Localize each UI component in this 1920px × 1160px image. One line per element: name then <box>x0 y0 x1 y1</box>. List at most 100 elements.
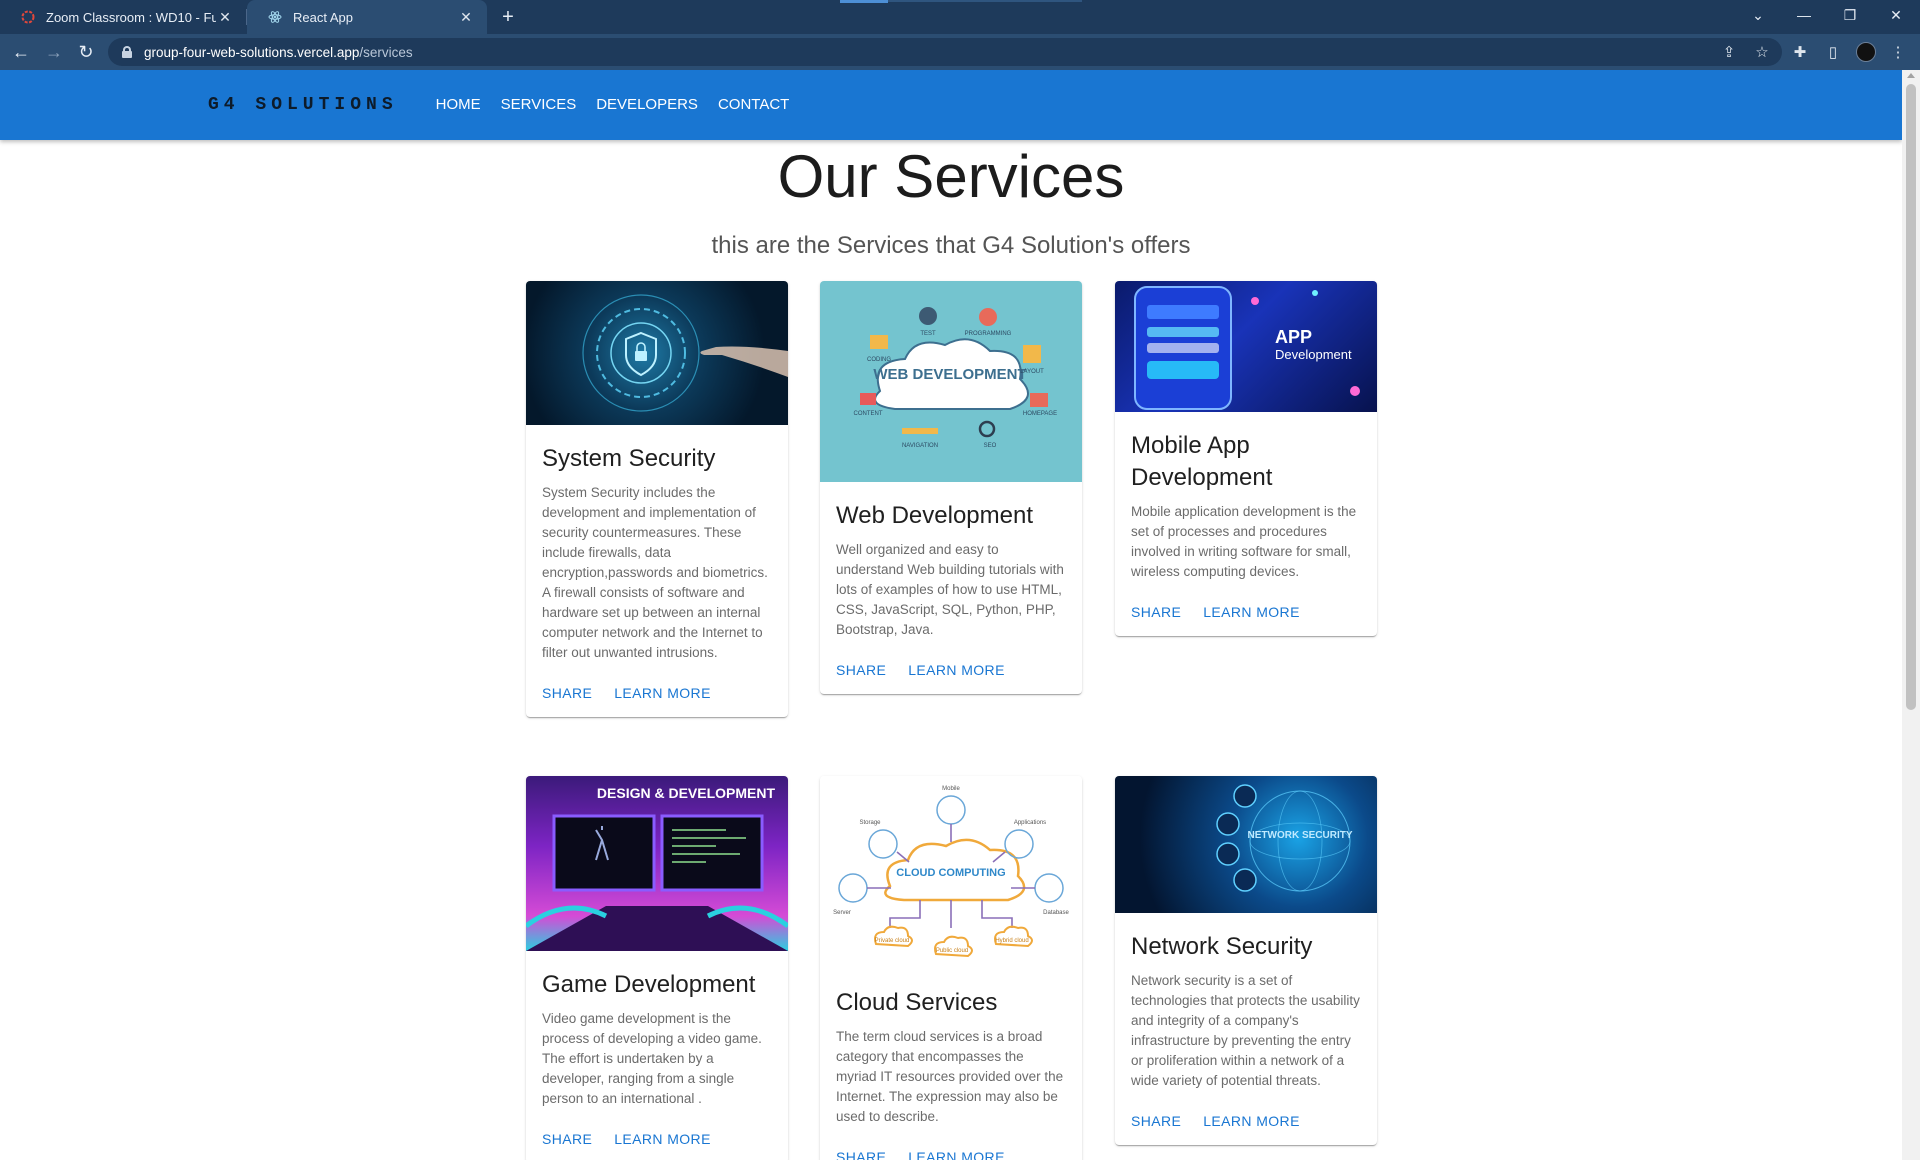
svg-text:Applications: Applications <box>1014 820 1046 826</box>
react-icon <box>267 9 283 25</box>
menu-kebab-icon[interactable]: ⋮ <box>1888 42 1908 62</box>
url-text: group-four-web-solutions.vercel.app/serv… <box>144 44 413 60</box>
scroll-up-icon[interactable] <box>1907 73 1915 78</box>
tab-title: React App <box>293 9 353 25</box>
close-icon[interactable]: ✕ <box>216 8 234 26</box>
browser-toolbar: ← → ↻ group-four-web-solutions.vercel.ap… <box>0 34 1920 70</box>
site-header: G4 SOLUTIONS HOME SERVICES DEVELOPERS CO… <box>0 70 1902 140</box>
card-title: Mobile App Development <box>1131 432 1273 491</box>
tab-title: Zoom Classroom : WD10 - Full-S <box>46 9 216 25</box>
page-viewport: G4 SOLUTIONS HOME SERVICES DEVELOPERS CO… <box>0 70 1902 1160</box>
learn-more-button[interactable]: LEARN MORE <box>614 685 711 701</box>
page-scrollbar[interactable] <box>1902 70 1920 1160</box>
svg-text:CODING: CODING <box>867 357 891 363</box>
main-nav: HOME SERVICES DEVELOPERS CONTACT <box>426 70 800 140</box>
close-window-icon[interactable]: ✕ <box>1874 0 1918 30</box>
nav-link-services[interactable]: SERVICES <box>491 70 587 140</box>
card-description: Well organized and easy to understand We… <box>836 542 1064 637</box>
page-title: Our Services <box>777 143 1125 210</box>
address-bar[interactable]: group-four-web-solutions.vercel.app/serv… <box>108 38 1782 66</box>
restore-icon[interactable]: ❐ <box>1828 0 1872 30</box>
share-button[interactable]: SHARE <box>836 662 886 678</box>
side-panel-icon[interactable]: ▯ <box>1823 42 1843 62</box>
learn-more-button[interactable]: LEARN MORE <box>1203 1113 1300 1129</box>
svg-text:NAVIGATION: NAVIGATION <box>902 443 938 449</box>
nav-link-developers[interactable]: DEVELOPERS <box>586 70 708 140</box>
card-image-network: NETWORK SECURITY <box>1115 776 1377 913</box>
nav-link-home[interactable]: HOME <box>426 70 491 140</box>
card-description: The term cloud services is a broad categ… <box>836 1029 1064 1124</box>
media-text-main: WEB DEVELOPMENT <box>873 366 1026 383</box>
svg-text:APP: APP <box>1275 327 1312 347</box>
card-description: Network security is a set of technologie… <box>1131 973 1360 1088</box>
tab-indicator <box>888 0 1082 2</box>
scrollbar-thumb[interactable] <box>1906 84 1916 710</box>
extensions-icon[interactable]: ✚ <box>1790 42 1810 62</box>
svg-text:PROGRAMMING: PROGRAMMING <box>965 331 1012 337</box>
card-image-mobile: APP Development <box>1115 281 1377 412</box>
share-button[interactable]: SHARE <box>836 1149 886 1160</box>
svg-text:CONTENT: CONTENT <box>854 411 883 417</box>
card-description: Mobile application development is the se… <box>1131 504 1357 579</box>
share-button[interactable]: SHARE <box>1131 1113 1181 1129</box>
learn-more-button[interactable]: LEARN MORE <box>908 1149 1005 1160</box>
share-button[interactable]: SHARE <box>542 1131 592 1147</box>
browser-tabstrip: Zoom Classroom : WD10 - Full-S ✕ React A… <box>0 0 1920 34</box>
svg-text:LAYOUT: LAYOUT <box>1020 369 1044 375</box>
svg-text:Development: Development <box>1275 347 1352 362</box>
share-button[interactable]: SHARE <box>1131 604 1181 620</box>
card-image-web: WEB DEVELOPMENT TEST PROGRAMMING CODING … <box>820 281 1082 482</box>
card-title: Cloud Services <box>836 989 998 1016</box>
svg-text:Storage: Storage <box>859 820 881 826</box>
minimize-icon[interactable]: — <box>1782 0 1826 30</box>
nav-link-contact[interactable]: CONTACT <box>708 70 799 140</box>
zoom-icon <box>20 9 36 25</box>
card-image-game: DESIGN & DEVELOPMENT <box>526 776 788 951</box>
svg-text:SEO: SEO <box>984 443 997 449</box>
svg-text:NETWORK SECURITY: NETWORK SECURITY <box>1248 830 1353 841</box>
bookmark-star-icon[interactable]: ☆ <box>1752 42 1772 62</box>
svg-text:Mobile: Mobile <box>942 786 960 792</box>
browser-tab-react-app[interactable]: React App ✕ <box>247 0 487 34</box>
card-description: System Security includes the development… <box>542 485 768 660</box>
service-card-system-security: System Security System Security includes… <box>526 281 788 717</box>
card-description: Video game development is the process of… <box>542 1011 762 1106</box>
forward-icon[interactable]: → <box>42 40 66 64</box>
card-title: System Security <box>542 445 716 472</box>
svg-text:HOMEPAGE: HOMEPAGE <box>1023 411 1057 417</box>
card-title: Network Security <box>1131 933 1313 960</box>
card-title: Web Development <box>836 502 1033 529</box>
learn-more-button[interactable]: LEARN MORE <box>908 662 1005 678</box>
service-card-game-development: DESIGN & DEVELOPMENT Game Development Vi… <box>526 776 788 1160</box>
service-card-mobile-app: APP Development Mobile App Development M… <box>1115 281 1377 636</box>
svg-text:Server: Server <box>833 910 851 916</box>
learn-more-button[interactable]: LEARN MORE <box>614 1131 711 1147</box>
lock-icon <box>122 46 132 58</box>
card-title: Game Development <box>542 971 756 998</box>
card-image-security <box>526 281 788 425</box>
reload-icon[interactable]: ↻ <box>74 40 98 64</box>
close-icon[interactable]: ✕ <box>457 8 475 26</box>
svg-text:Public cloud: Public cloud <box>936 948 968 954</box>
svg-text:DESIGN & DEVELOPMENT: DESIGN & DEVELOPMENT <box>597 785 776 801</box>
learn-more-button[interactable]: LEARN MORE <box>1203 604 1300 620</box>
site-brand[interactable]: G4 SOLUTIONS <box>208 95 398 115</box>
share-icon[interactable]: ⇪ <box>1719 42 1739 62</box>
browser-tab-zoom[interactable]: Zoom Classroom : WD10 - Full-S ✕ <box>0 0 246 34</box>
new-tab-icon[interactable]: + <box>496 5 520 29</box>
service-card-network-security: NETWORK SECURITY Network Security Networ… <box>1115 776 1377 1145</box>
card-image-cloud: CLOUD COMPUTING Mobile Storage Applicati… <box>820 776 1082 969</box>
share-button[interactable]: SHARE <box>542 685 592 701</box>
media-text-main: CLOUD COMPUTING <box>896 867 1005 879</box>
service-card-web-development: WEB DEVELOPMENT TEST PROGRAMMING CODING … <box>820 281 1082 694</box>
profile-avatar[interactable] <box>1856 42 1876 62</box>
svg-text:TEST: TEST <box>920 331 936 337</box>
back-icon[interactable]: ← <box>9 40 33 64</box>
tab-search-icon[interactable]: ⌄ <box>1736 0 1780 30</box>
tab-indicator <box>840 0 888 3</box>
service-card-cloud-services: CLOUD COMPUTING Mobile Storage Applicati… <box>820 776 1082 1160</box>
svg-text:Database: Database <box>1043 910 1069 916</box>
page-subtitle: this are the Services that G4 Solution's… <box>711 232 1191 259</box>
svg-text:Hybrid cloud: Hybrid cloud <box>995 938 1028 944</box>
svg-text:Private cloud: Private cloud <box>875 938 910 944</box>
